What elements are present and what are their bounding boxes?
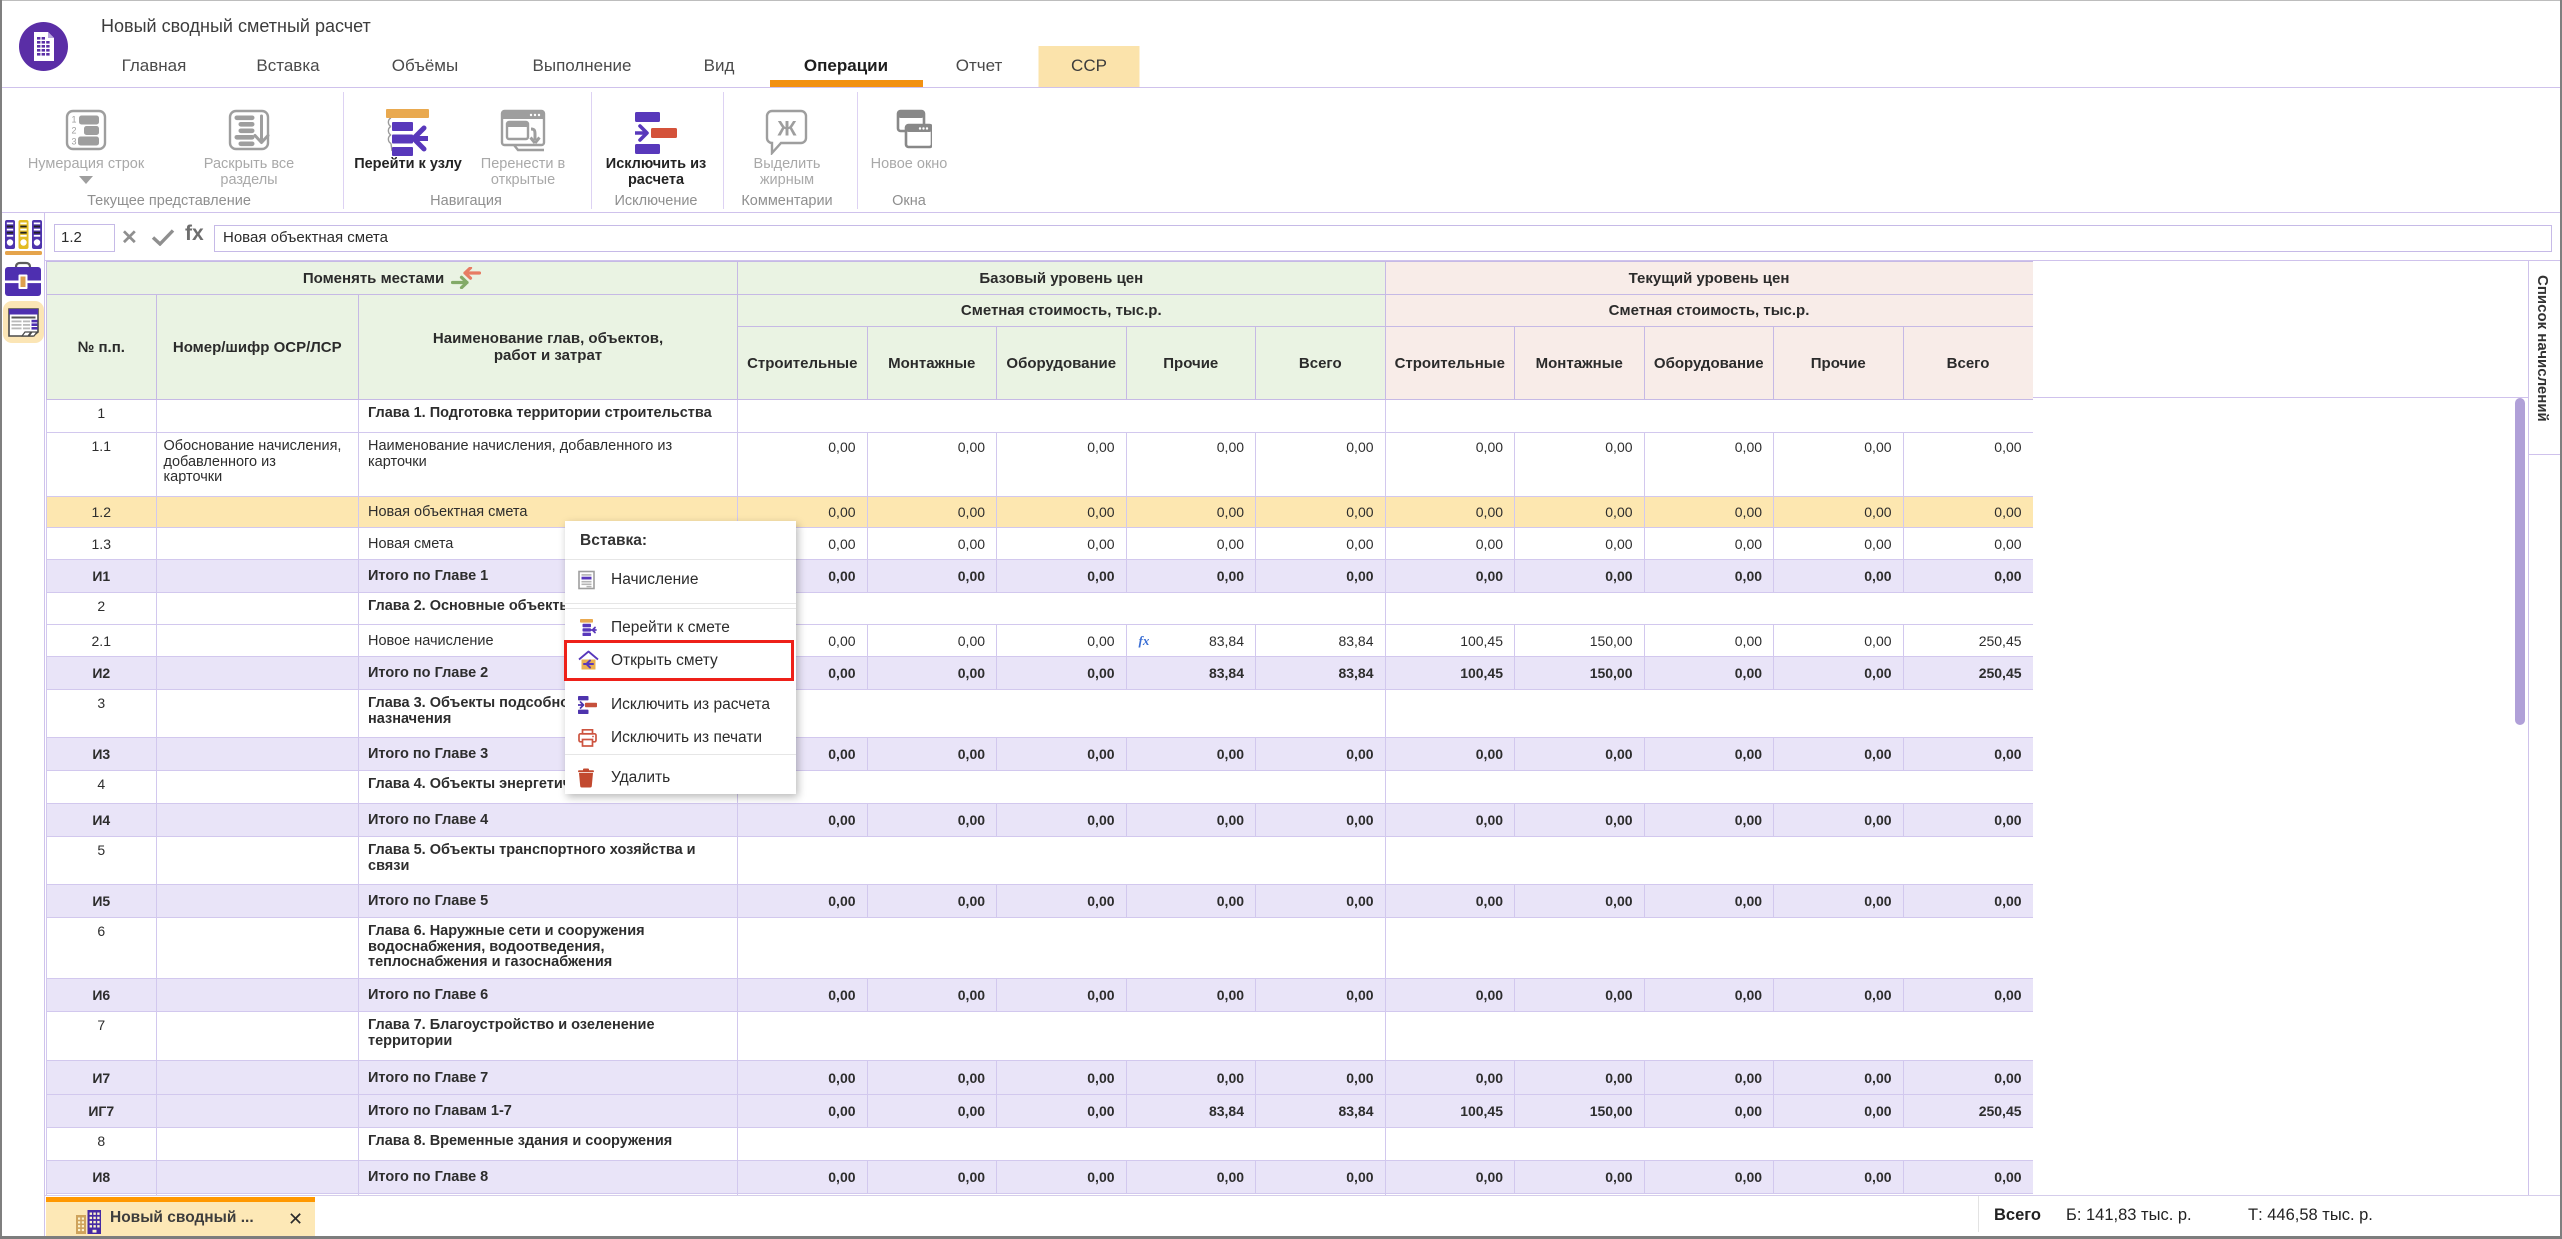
svg-text:2: 2 xyxy=(71,126,76,136)
svg-text:3: 3 xyxy=(71,137,76,147)
svg-text:1: 1 xyxy=(71,115,76,125)
svg-text:Ж: Ж xyxy=(777,118,798,141)
